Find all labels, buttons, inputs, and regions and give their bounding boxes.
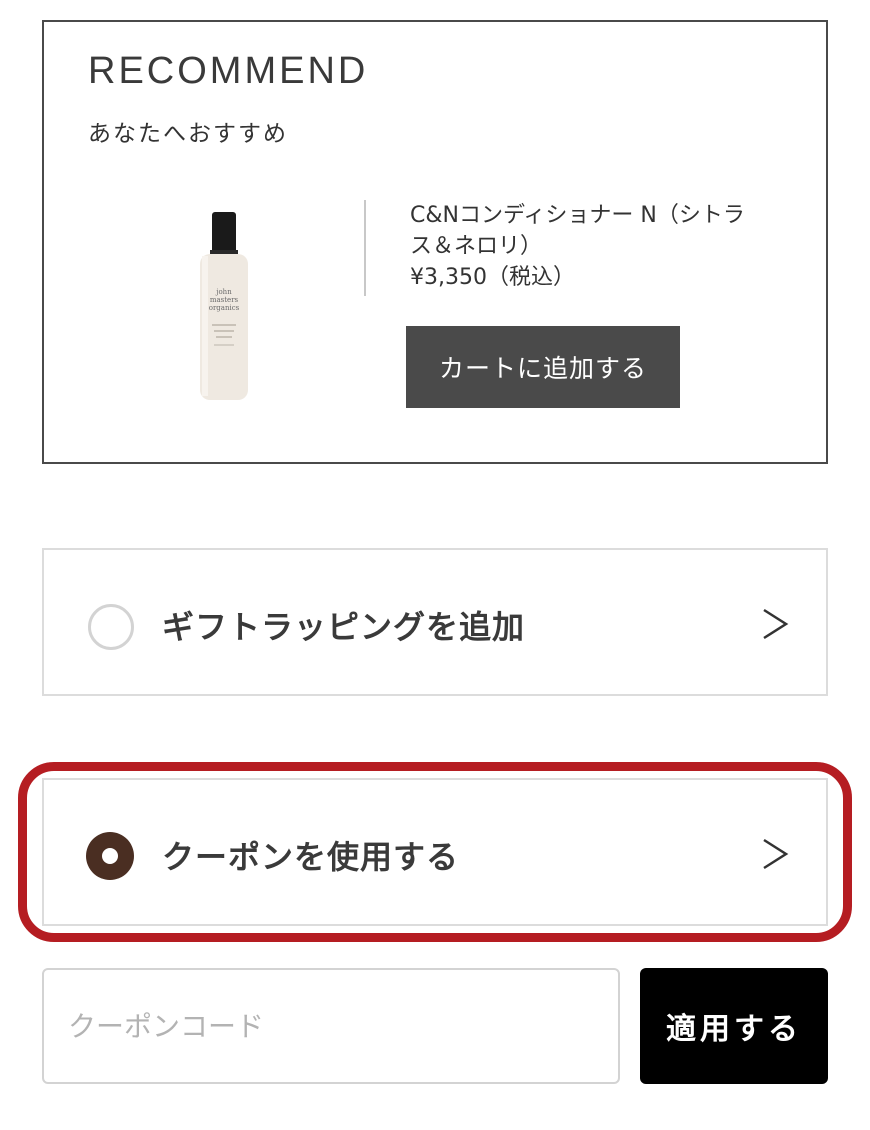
coupon-option[interactable]: クーポンを使用する — [42, 778, 828, 926]
gift-wrapping-radio[interactable] — [88, 604, 134, 650]
coupon-code-input[interactable] — [42, 968, 620, 1084]
gift-wrapping-label: ギフトラッピングを追加 — [162, 608, 526, 646]
chevron-right-icon — [763, 608, 789, 640]
divider — [364, 200, 366, 296]
chevron-right-icon — [763, 838, 789, 870]
svg-text:organics: organics — [209, 304, 240, 312]
apply-coupon-button[interactable]: 適用する — [640, 968, 828, 1084]
svg-text:john: john — [215, 288, 232, 296]
radio-dot-icon — [102, 848, 118, 864]
recommend-section: RECOMMEND あなたへおすすめ john masters organics… — [42, 20, 828, 464]
coupon-radio[interactable] — [86, 832, 134, 880]
add-to-cart-button[interactable]: カートに追加する — [406, 326, 680, 408]
conditioner-bottle-image[interactable]: john masters organics — [194, 212, 254, 404]
product-price: ¥3,350（税込） — [410, 265, 575, 290]
recommend-subtitle: あなたへおすすめ — [88, 121, 288, 147]
svg-text:masters: masters — [210, 296, 239, 304]
product-name[interactable]: C&Nコンディショナー N（シトラス＆ネロリ） — [410, 200, 760, 262]
coupon-label: クーポンを使用する — [162, 838, 460, 876]
gift-wrapping-option[interactable]: ギフトラッピングを追加 — [42, 548, 828, 696]
recommend-title: RECOMMEND — [88, 50, 369, 92]
